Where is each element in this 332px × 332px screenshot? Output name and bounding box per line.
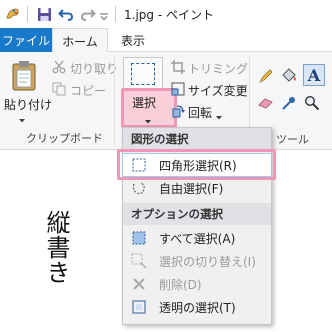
- canvas-vertical-text: 縦書き: [42, 210, 70, 285]
- menu-header-shapes: 図形の選択: [123, 128, 271, 150]
- select-dropdown-button[interactable]: 選択: [121, 88, 177, 128]
- window-title: 1.jpg - ペイント: [124, 8, 214, 22]
- paste-dropdown-arrow-icon[interactable]: [18, 113, 26, 123]
- divider: [115, 6, 116, 22]
- menu-item-delete[interactable]: 削除(D): [123, 273, 271, 295]
- tab-view[interactable]: 表示: [108, 28, 158, 52]
- tab-home[interactable]: ホーム: [52, 28, 108, 53]
- clipboard-paste-icon[interactable]: [10, 60, 40, 92]
- magnifier-icon[interactable]: [304, 95, 320, 111]
- paste-button[interactable]: 貼り付け: [4, 96, 52, 113]
- fill-bucket-icon[interactable]: [280, 66, 298, 84]
- pencil-icon[interactable]: [258, 68, 274, 84]
- scissors-icon: [52, 60, 66, 74]
- free-select-icon: [131, 180, 147, 196]
- chevron-down-icon: [144, 114, 152, 124]
- menu-header-options: オプションの選択: [123, 203, 271, 225]
- highlight-box: [117, 149, 276, 180]
- resize-button[interactable]: サイズ変更: [188, 82, 248, 99]
- eraser-icon[interactable]: [258, 96, 274, 110]
- divider: [114, 56, 115, 146]
- select-top-button[interactable]: [123, 57, 163, 91]
- undo-icon[interactable]: [57, 5, 75, 23]
- menu-item-invert-select[interactable]: 選択の切り替え(I): [123, 250, 271, 272]
- text-tool-icon[interactable]: A: [303, 64, 325, 86]
- menu-item-label: 自由選択(F): [159, 181, 224, 196]
- select-label: 選択: [132, 96, 157, 110]
- rotate-button[interactable]: 回転: [188, 104, 212, 121]
- crop-button[interactable]: トリミング: [188, 60, 248, 77]
- paint-app-icon[interactable]: [4, 5, 22, 23]
- menu-item-transparent-select[interactable]: 透明の選択(T): [123, 296, 271, 318]
- resize-icon: [171, 82, 185, 96]
- rotate-icon: [171, 104, 185, 118]
- invert-select-icon: [131, 253, 147, 269]
- divider: [27, 6, 28, 22]
- menu-item-label: 選択の切り替え(I): [159, 254, 256, 269]
- menu-item-label: 透明の選択(T): [159, 300, 236, 315]
- clipboard-group-label: クリップボード: [26, 132, 103, 145]
- menu-item-label: 削除(D): [159, 277, 202, 292]
- transparent-select-icon: [131, 299, 147, 315]
- rotate-dropdown-arrow-icon[interactable]: [215, 110, 223, 120]
- delete-x-icon: [131, 276, 147, 292]
- rectangle-select-icon: [131, 63, 155, 85]
- tab-file[interactable]: ファイル: [0, 28, 52, 52]
- select-all-icon: [131, 230, 147, 246]
- copy-button[interactable]: コピー: [70, 82, 106, 99]
- save-icon[interactable]: [35, 5, 53, 23]
- menu-item-free-select[interactable]: 自由選択(F): [123, 177, 271, 199]
- customize-quick-access-icon[interactable]: [99, 10, 109, 21]
- menu-item-select-all[interactable]: すべて選択(A): [123, 227, 271, 249]
- copy-icon: [52, 82, 66, 96]
- cut-button[interactable]: 切り取り: [70, 60, 118, 77]
- redo-icon[interactable]: [79, 5, 97, 23]
- tools-group-label: ツール: [276, 133, 309, 146]
- menu-item-label: すべて選択(A): [159, 231, 236, 246]
- crop-icon: [171, 60, 185, 74]
- color-picker-icon[interactable]: [281, 95, 297, 111]
